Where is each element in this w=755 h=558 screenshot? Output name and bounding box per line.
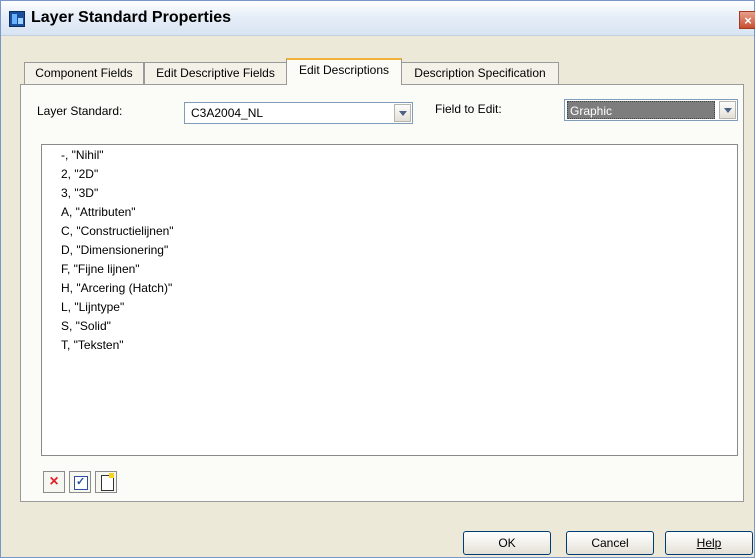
sparkle-icon (109, 473, 114, 478)
checkmark-icon: ✓ (76, 476, 86, 488)
tab-description-specification[interactable]: Description Specification (401, 62, 559, 84)
close-button[interactable]: × (739, 11, 755, 29)
help-label: Help (696, 536, 722, 550)
list-item[interactable]: -, "Nihil" (61, 148, 104, 162)
new-button[interactable] (95, 471, 117, 493)
layer-standard-value: C3A2004_NL (191, 106, 264, 120)
field-to-edit-label: Field to Edit: (435, 102, 502, 116)
help-button[interactable]: Help (665, 531, 753, 555)
list-item[interactable]: F, "Fijne lijnen" (61, 262, 140, 276)
tab-edit-descriptions[interactable]: Edit Descriptions (286, 58, 402, 85)
delete-button[interactable]: × (43, 471, 65, 493)
field-to-edit-value: Graphic (567, 101, 715, 119)
window-title: Layer Standard Properties (31, 9, 232, 26)
delete-icon: × (49, 473, 59, 490)
cancel-button[interactable]: Cancel (566, 531, 654, 555)
list-item[interactable]: L, "Lijntype" (61, 300, 124, 314)
list-item[interactable]: S, "Solid" (61, 319, 111, 333)
descriptions-list[interactable]: -, "Nihil" 2, "2D" 3, "3D" A, "Attribute… (41, 144, 738, 456)
tab-component-fields[interactable]: Component Fields (24, 62, 144, 84)
edit-button[interactable]: ✓ (69, 471, 91, 493)
field-to-edit-select[interactable]: Graphic (564, 99, 738, 121)
layer-standard-label: Layer Standard: (37, 104, 123, 118)
list-item[interactable]: H, "Arcering (Hatch)" (61, 281, 172, 295)
app-icon (9, 11, 25, 27)
chevron-down-icon[interactable] (394, 104, 411, 122)
list-item[interactable]: C, "Constructielijnen" (61, 224, 174, 238)
list-item[interactable]: 2, "2D" (61, 167, 98, 181)
list-item[interactable]: A, "Attributen" (61, 205, 136, 219)
title-bar[interactable]: Layer Standard Properties × (1, 1, 755, 36)
list-item[interactable]: D, "Dimensionering" (61, 243, 168, 257)
list-item[interactable]: 3, "3D" (61, 186, 98, 200)
ok-button[interactable]: OK (463, 531, 551, 555)
chevron-down-icon[interactable] (719, 101, 736, 119)
dialog-window: Layer Standard Properties × Component Fi… (0, 0, 755, 558)
layer-standard-select[interactable]: C3A2004_NL (184, 102, 413, 124)
tab-edit-descriptive-fields[interactable]: Edit Descriptive Fields (144, 62, 287, 84)
list-item[interactable]: T, "Teksten" (61, 338, 124, 352)
